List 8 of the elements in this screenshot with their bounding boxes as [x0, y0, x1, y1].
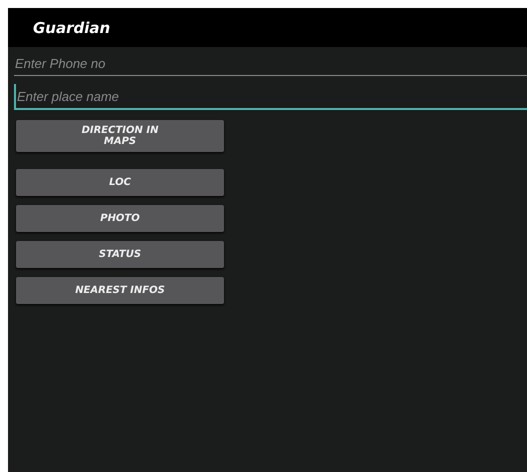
action-button[interactable]: PHOTO	[16, 205, 224, 232]
action-button[interactable]: DIRECTION IN MAPS	[16, 120, 224, 152]
input-field[interactable]: Enter place name	[14, 84, 527, 110]
action-button[interactable]: LOC	[16, 169, 224, 196]
action-button[interactable]: STATUS	[16, 241, 224, 268]
input-field[interactable]: Enter Phone no	[14, 51, 527, 76]
action-button[interactable]: NEAREST INFOS	[16, 277, 224, 304]
app-title: Guardian	[33, 18, 110, 36]
